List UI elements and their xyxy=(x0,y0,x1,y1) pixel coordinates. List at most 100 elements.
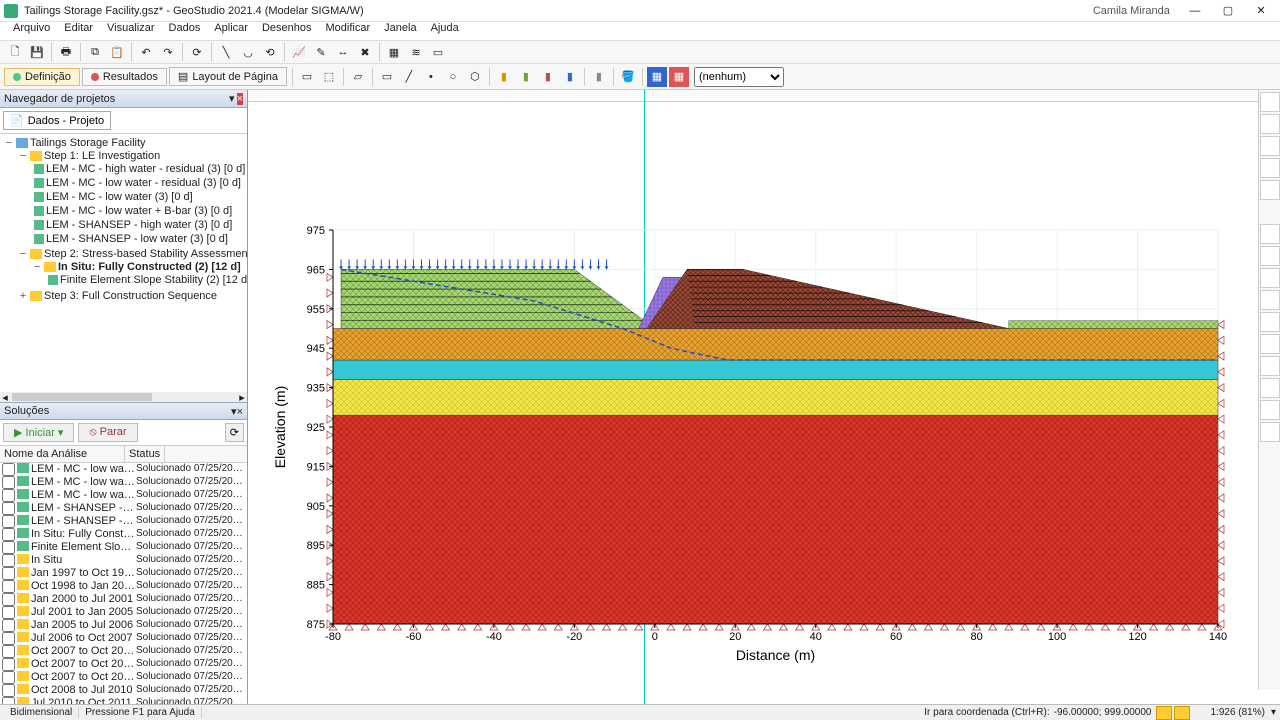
sol-col-status[interactable]: Status xyxy=(125,446,165,462)
tool-contour-icon[interactable]: ≋ xyxy=(406,42,426,62)
sol-row-name[interactable]: Jan 2005 to Jul 2006 xyxy=(31,619,136,632)
rtool-7[interactable] xyxy=(1260,246,1280,266)
sol-row-check[interactable] xyxy=(2,541,15,554)
tree-step2-active[interactable]: In Situ: Fully Constructed (2) [12 d] xyxy=(58,261,241,273)
sol-row-name[interactable]: Jan 1997 to Oct 1998 xyxy=(31,567,136,580)
draw-line-icon[interactable]: ╱ xyxy=(399,67,419,87)
tree-root[interactable]: Tailings Storage Facility xyxy=(30,137,146,149)
sol-row-check[interactable] xyxy=(2,567,15,580)
sol-row-check[interactable] xyxy=(2,502,15,515)
sol-row-name[interactable]: LEM - SHANSEP - low water... xyxy=(31,515,136,528)
bc-4-icon[interactable]: ▮ xyxy=(560,67,580,87)
sol-row-check[interactable] xyxy=(2,463,15,476)
rtool-3[interactable] xyxy=(1260,136,1280,156)
zoom-dropdown-icon[interactable]: ▾ xyxy=(1271,707,1276,718)
legend-icon[interactable]: ▦ xyxy=(647,67,667,87)
sol-row-check[interactable] xyxy=(2,671,15,684)
solutions-stop-button[interactable]: ⦸ Parar xyxy=(78,423,137,442)
panel-close-icon[interactable]: × xyxy=(237,93,243,105)
sol-row-name[interactable]: LEM - MC - low water - res... xyxy=(31,463,136,476)
menu-aplicar[interactable]: Aplicar xyxy=(207,22,255,40)
draw-region-icon[interactable]: ▭ xyxy=(377,67,397,87)
tool-delete-icon[interactable]: ✖ xyxy=(355,42,375,62)
tree-item[interactable]: LEM - SHANSEP - high water (3) [0 d] xyxy=(46,219,232,231)
menu-dados[interactable]: Dados xyxy=(162,22,208,40)
menu-ajuda[interactable]: Ajuda xyxy=(424,22,466,40)
tree-item[interactable]: LEM - MC - low water - residual (3) [0 d… xyxy=(46,177,241,189)
rtool-14[interactable] xyxy=(1260,400,1280,420)
rtool-2[interactable] xyxy=(1260,114,1280,134)
print-icon[interactable]: 🖶 xyxy=(56,42,76,62)
tool-edit-icon[interactable]: ✎ xyxy=(311,42,331,62)
tree-hscroll[interactable]: ◂▸ xyxy=(0,392,247,402)
tree-item[interactable]: LEM - MC - high water - residual (3) [0 … xyxy=(46,163,245,175)
mode-definicao[interactable]: Definição xyxy=(4,68,80,86)
model-canvas[interactable]: -80-60-40-200204060801001201408758858959… xyxy=(248,90,1280,704)
pointer-icon[interactable]: ▭ xyxy=(297,67,317,87)
sol-row-check[interactable] xyxy=(2,606,15,619)
snap-1-button[interactable] xyxy=(1156,706,1172,720)
sol-row-name[interactable]: LEM - SHANSEP - high wate... xyxy=(31,502,136,515)
sol-row-name[interactable]: Finite Element Slope Stabilit... xyxy=(31,541,136,554)
sol-row-name[interactable]: Oct 1998 to Jan 2000 xyxy=(31,580,136,593)
draw-point-icon[interactable]: • xyxy=(421,67,441,87)
sol-row-check[interactable] xyxy=(2,658,15,671)
menu-janela[interactable]: Janela xyxy=(377,22,423,40)
panel-pin-icon[interactable]: ▾ xyxy=(229,93,235,105)
sol-row-check[interactable] xyxy=(2,528,15,541)
rtool-10[interactable] xyxy=(1260,312,1280,332)
sol-row-check[interactable] xyxy=(2,580,15,593)
bc-1-icon[interactable]: ▮ xyxy=(494,67,514,87)
tool-move-icon[interactable]: ↔ xyxy=(333,42,353,62)
close-button[interactable]: ✕ xyxy=(1246,4,1276,17)
tree-step1[interactable]: Step 1: LE Investigation xyxy=(44,150,160,162)
rtool-15[interactable] xyxy=(1260,422,1280,442)
tool-rotate-icon[interactable]: ⟲ xyxy=(260,42,280,62)
rtool-11[interactable] xyxy=(1260,334,1280,354)
mode-resultados[interactable]: Resultados xyxy=(82,68,167,86)
tool-line-icon[interactable]: ╲ xyxy=(216,42,236,62)
sol-row-name[interactable]: In Situ xyxy=(31,554,136,567)
sol-row-name[interactable]: LEM - MC - low water + B-b... xyxy=(31,489,136,502)
sol-row-name[interactable]: Oct 2008 to Jul 2010 xyxy=(31,684,136,697)
sol-row-check[interactable] xyxy=(2,593,15,606)
solutions-refresh-button[interactable]: ⟳ xyxy=(225,423,244,442)
region-icon[interactable]: ▱ xyxy=(348,67,368,87)
tree-item[interactable]: LEM - SHANSEP - low water (3) [0 d] xyxy=(46,233,228,245)
menu-desenhos[interactable]: Desenhos xyxy=(255,22,319,40)
menu-modificar[interactable]: Modificar xyxy=(319,22,378,40)
sol-row-name[interactable]: In Situ: Fully Constructed (2) xyxy=(31,528,136,541)
tool-graph-icon[interactable]: 📈 xyxy=(289,42,309,62)
sol-row-name[interactable]: Jul 2001 to Jan 2005 xyxy=(31,606,136,619)
save-icon[interactable]: 💾 xyxy=(27,42,47,62)
undo-icon[interactable]: ↶ xyxy=(136,42,156,62)
bc-3-icon[interactable]: ▮ xyxy=(538,67,558,87)
tree-item[interactable]: LEM - MC - low water (3) [0 d] xyxy=(46,191,193,203)
sol-col-name[interactable]: Nome da Análise xyxy=(0,446,125,462)
material-select[interactable]: (nenhum) xyxy=(694,67,784,87)
sol-row-check[interactable] xyxy=(2,645,15,658)
rtool-1[interactable] xyxy=(1260,92,1280,112)
sol-row-name[interactable]: Oct 2007 to Oct 2008 - 3 xyxy=(31,671,136,684)
sol-row-check[interactable] xyxy=(2,554,15,567)
minimize-button[interactable]: — xyxy=(1180,5,1210,17)
tree-step2-child[interactable]: Finite Element Slope Stability (2) [12 d… xyxy=(60,274,247,286)
menu-arquivo[interactable]: Arquivo xyxy=(6,22,57,40)
rtool-12[interactable] xyxy=(1260,356,1280,376)
sol-row-name[interactable]: Oct 2007 to Oct 2008 - 1 xyxy=(31,645,136,658)
bc-5-icon[interactable]: ▮ xyxy=(589,67,609,87)
select-icon[interactable]: ⬚ xyxy=(319,67,339,87)
redo-icon[interactable]: ↷ xyxy=(158,42,178,62)
sol-row-check[interactable] xyxy=(2,684,15,697)
menu-visualizar[interactable]: Visualizar xyxy=(100,22,162,40)
sol-row-check[interactable] xyxy=(2,697,15,704)
tree-step2[interactable]: Step 2: Stress-based Stability Assessmen… xyxy=(44,248,247,260)
tool-section-icon[interactable]: ▭ xyxy=(428,42,448,62)
copy-icon[interactable]: ⧉ xyxy=(85,42,105,62)
snap-2-button[interactable] xyxy=(1174,706,1190,720)
maximize-button[interactable]: ▢ xyxy=(1213,4,1243,17)
dados-projeto-button[interactable]: 📄 Dados - Projeto xyxy=(3,111,111,130)
sol-row-check[interactable] xyxy=(2,515,15,528)
sol-row-check[interactable] xyxy=(2,619,15,632)
rtool-6[interactable] xyxy=(1260,224,1280,244)
